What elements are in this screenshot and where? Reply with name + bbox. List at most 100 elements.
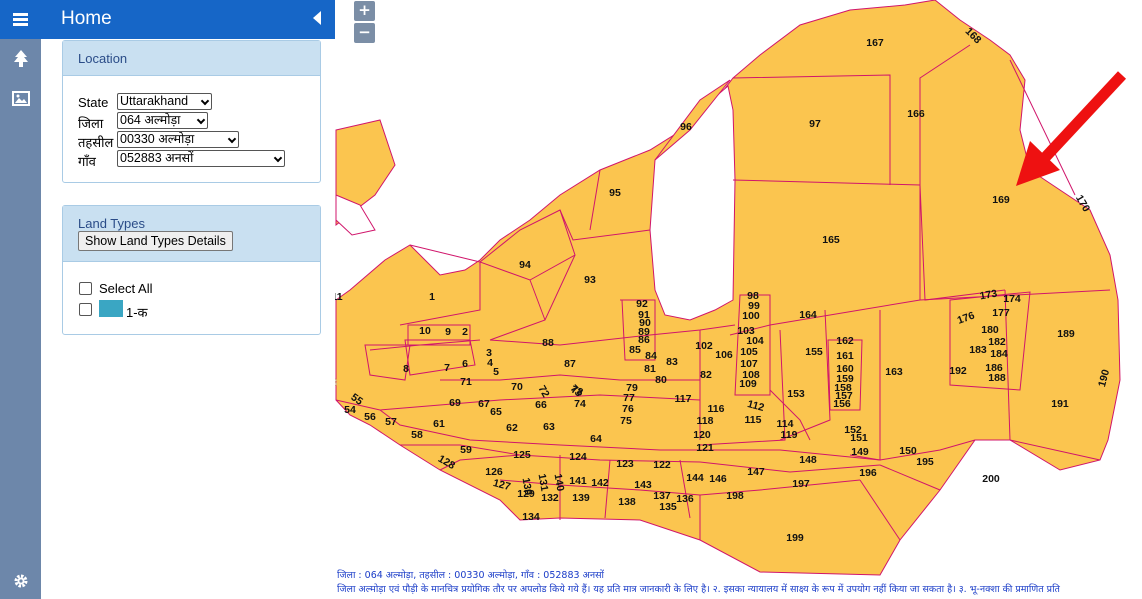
red-arrow-icon xyxy=(1016,71,1127,186)
parcel-label-10: 10 xyxy=(419,325,431,337)
collapse-sidebar-icon[interactable] xyxy=(313,11,321,25)
parcel-label-76: 76 xyxy=(622,403,634,415)
parcel-label-174: 174 xyxy=(1003,293,1021,305)
parcel-label-58: 58 xyxy=(411,429,423,441)
state-select-value: Uttarakhand xyxy=(120,94,189,108)
parcel-layer[interactable] xyxy=(335,0,1121,576)
parcel-label-81: 81 xyxy=(644,363,656,375)
parcel-label-123: 123 xyxy=(616,458,634,470)
location-panel: Location State Uttarakhand जिला 064 अल्म… xyxy=(62,40,321,183)
parcel-label-62: 62 xyxy=(506,422,518,434)
parcel-label-200: 200 xyxy=(982,473,1000,485)
parcel-label-64: 64 xyxy=(590,433,602,445)
parcel-label-183: 183 xyxy=(969,344,987,356)
zoom-out-button[interactable]: − xyxy=(354,23,375,43)
parcel-label-56: 56 xyxy=(364,411,376,423)
parcel-label-121: 121 xyxy=(696,442,714,454)
parcel-label-167: 167 xyxy=(866,37,884,49)
parcel-label-67: 67 xyxy=(478,398,490,410)
parcel-label-136: 136 xyxy=(676,493,694,505)
parcel-label-146: 146 xyxy=(709,473,727,485)
land-type-checkbox[interactable] xyxy=(79,303,92,316)
parcel-label-124: 124 xyxy=(569,451,587,463)
village-label: गाँव xyxy=(78,154,96,169)
parcel-label-8: 8 xyxy=(403,363,409,375)
parcel-label-59: 59 xyxy=(460,444,472,456)
land-types-heading: Land Types xyxy=(78,216,145,231)
parcel-label-166: 166 xyxy=(907,108,925,120)
parcel-label-66: 66 xyxy=(535,399,547,411)
village-select-value: 052883 अनसों xyxy=(120,151,194,165)
parcel-label-164: 164 xyxy=(799,309,817,321)
state-select[interactable]: Uttarakhand xyxy=(117,93,212,110)
parcel-label-84: 84 xyxy=(645,350,657,362)
sidebar-title: Home xyxy=(61,8,112,29)
parcel-label-115: 115 xyxy=(745,414,762,426)
gear-icon[interactable] xyxy=(0,573,41,594)
parcel-label-65: 65 xyxy=(490,406,502,418)
parcel-label-1: 1 xyxy=(429,291,435,303)
parcel-label-165: 165 xyxy=(822,234,840,246)
show-land-types-details-button[interactable]: Show Land Types Details xyxy=(78,231,233,251)
parcel-label-177: 177 xyxy=(992,307,1010,319)
parcel-label-122: 122 xyxy=(653,459,671,471)
parcel-label-163: 163 xyxy=(885,366,903,378)
parcel-label-88: 88 xyxy=(542,337,554,349)
parcel-label-150: 150 xyxy=(899,445,917,457)
parcel-label-57: 57 xyxy=(385,416,397,428)
parcel-label-116: 116 xyxy=(708,403,725,415)
parcel-label-106: 106 xyxy=(715,349,733,361)
icon-rail xyxy=(0,0,41,599)
parcel-label-169: 169 xyxy=(992,194,1010,206)
parcel-label-137: 137 xyxy=(653,490,671,502)
parcel-label-109: 109 xyxy=(739,378,757,390)
parcel-label-180: 180 xyxy=(981,324,999,336)
parcel-label-139: 139 xyxy=(572,492,590,504)
parcel-label-143: 143 xyxy=(634,479,652,491)
parcel-label-162: 162 xyxy=(836,335,854,347)
sidebar: Home Location State Uttarakhand जिला 064… xyxy=(41,0,335,599)
land-type-color-swatch xyxy=(99,300,123,317)
parcel-label-182: 182 xyxy=(988,336,1006,348)
parcel-label-148: 148 xyxy=(799,454,817,466)
state-label: State xyxy=(78,95,109,110)
parcel-label-117: 117 xyxy=(675,393,692,405)
parcel-label-2: 2 xyxy=(462,326,468,338)
parcel-label-141: 141 xyxy=(569,475,587,487)
parcel-label-70: 70 xyxy=(511,381,523,393)
village-select[interactable]: 052883 अनसों xyxy=(117,150,285,167)
parcel-label-152: 152 xyxy=(844,424,862,436)
district-label: जिला xyxy=(78,116,104,131)
district-select[interactable]: 064 अल्मोड़ा xyxy=(117,112,208,129)
parcel-label-74: 74 xyxy=(574,398,586,410)
footer-location-line: जिला : 064 अल्मोड़ा, तहसील : 00330 अल्मो… xyxy=(337,570,604,581)
parcel-label-63: 63 xyxy=(543,421,555,433)
parcel-label-184: 184 xyxy=(990,348,1008,360)
zoom-in-button[interactable]: + xyxy=(354,1,375,21)
image-icon[interactable] xyxy=(0,91,41,111)
menu-icon[interactable] xyxy=(0,0,41,39)
parcel-label-102: 102 xyxy=(695,340,713,352)
parcel-label-199: 199 xyxy=(786,532,804,544)
parcel-label-189: 189 xyxy=(1057,328,1075,340)
parcel-label-92: 92 xyxy=(636,298,648,310)
parcel-label-82: 82 xyxy=(700,369,712,381)
select-all-checkbox[interactable] xyxy=(79,282,92,295)
parcel-label-197: 197 xyxy=(792,478,810,490)
parcel-label-160: 160 xyxy=(836,363,854,375)
parcel-label-83: 83 xyxy=(666,356,678,368)
parcel-label-135: 135 xyxy=(659,501,677,513)
parcel-label-9: 9 xyxy=(445,326,451,338)
parcel-label-61: 61 xyxy=(433,418,445,430)
tree-icon[interactable] xyxy=(0,50,41,73)
select-all-label: Select All xyxy=(99,281,153,296)
parcel-label-119: 119 xyxy=(781,429,798,441)
parcel-label-96: 96 xyxy=(680,121,692,133)
parcel-label-147: 147 xyxy=(747,466,765,478)
parcel-label-75: 75 xyxy=(620,415,632,427)
parcel-label-144: 144 xyxy=(686,472,704,484)
tehsil-select[interactable]: 00330 अल्मोड़ा xyxy=(117,131,239,148)
location-heading: Location xyxy=(63,41,320,76)
parcel-label-149: 149 xyxy=(851,446,869,458)
parcel-label-120: 120 xyxy=(693,429,711,441)
